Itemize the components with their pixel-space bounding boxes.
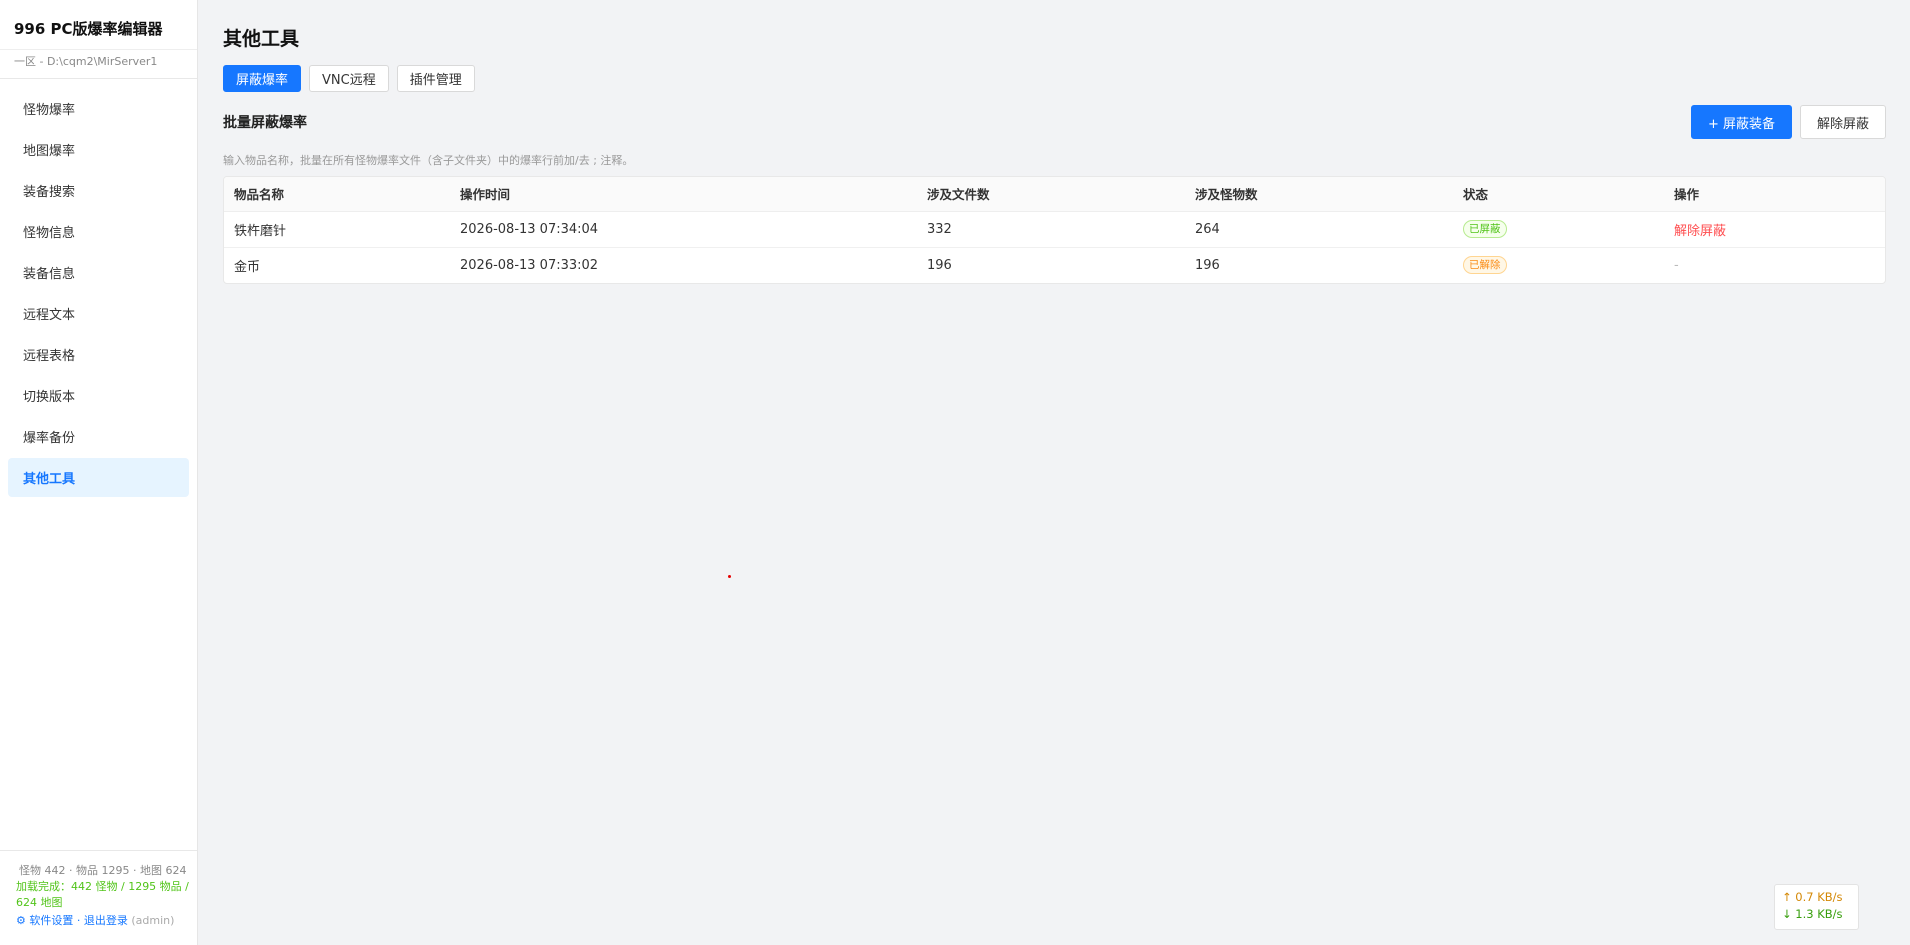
status-badge: 已解除 — [1463, 256, 1507, 275]
section-title: 批量屏蔽爆率 — [223, 115, 307, 131]
col-operate-time: 操作时间 — [450, 177, 917, 212]
col-status: 状态 — [1453, 177, 1664, 212]
sidebar-item-map-drop[interactable]: 地图爆率 — [8, 130, 189, 169]
cell-action: 解除屏蔽 — [1664, 211, 1885, 248]
network-speed-widget: ↑ 0.7 KB/s ↓ 1.3 KB/s — [1774, 884, 1859, 930]
table-header-row: 物品名称 操作时间 涉及文件数 涉及怪物数 状态 操作 — [224, 177, 1885, 212]
sidebar-item-other-tools[interactable]: 其他工具 — [8, 458, 189, 497]
page-title: 其他工具 — [223, 28, 300, 50]
gear-icon: ⚙ — [16, 914, 26, 927]
cell-item-name: 铁杵磨针 — [224, 211, 450, 248]
cursor-dot — [728, 575, 731, 578]
col-item-name: 物品名称 — [224, 177, 450, 212]
download-speed: ↓ 1.3 KB/s — [1782, 907, 1843, 921]
unblock-button[interactable]: 解除屏蔽 — [1799, 105, 1886, 139]
unblock-row-link[interactable]: 解除屏蔽 — [1674, 224, 1726, 239]
block-record-table: 物品名称 操作时间 涉及文件数 涉及怪物数 状态 操作 铁杵磨针 2026-08… — [223, 176, 1886, 284]
table-row: 金币 2026-08-13 07:33:02 196 196 已解除 - — [224, 247, 1885, 283]
col-monster-count: 涉及怪物数 — [1185, 177, 1453, 212]
footer-links: ⚙ 软件设置 · 退出登录 (admin) — [16, 913, 189, 929]
upload-speed: ↑ 0.7 KB/s — [1782, 890, 1843, 904]
cell-time: 2026-08-13 07:33:02 — [460, 257, 599, 273]
app-title: 996 PC版爆率编辑器 — [0, 0, 197, 50]
tab-block-drop[interactable]: 屏蔽爆率 — [223, 65, 302, 92]
cell-monsters: 196 — [1195, 257, 1220, 273]
cell-status: 已解除 — [1453, 247, 1664, 283]
current-user: (admin) — [131, 914, 175, 927]
link-separator: · — [76, 914, 81, 927]
col-file-count: 涉及文件数 — [917, 177, 1185, 212]
cell-monsters: 264 — [1185, 211, 1453, 248]
sidebar-item-remote-text[interactable]: 远程文本 — [8, 294, 189, 333]
main-content: 其他工具 屏蔽爆率 VNC远程 插件管理 批量屏蔽爆率 + 屏蔽装备 解除屏蔽 … — [198, 0, 1910, 945]
tool-tabs: 屏蔽爆率 VNC远程 插件管理 — [223, 65, 1886, 92]
table-row: 铁杵磨针 2026-08-13 07:34:04 332 264 已屏蔽 解除屏… — [224, 211, 1885, 248]
sidebar-item-drop-backup[interactable]: 爆率备份 — [8, 417, 189, 456]
cell-time: 2026-08-13 07:34:04 — [450, 211, 917, 248]
col-action: 操作 — [1664, 177, 1885, 212]
sidebar-footer: 怪物 442 · 物品 1295 · 地图 624 加载完成：442 怪物 / … — [0, 850, 197, 945]
section-header: 批量屏蔽爆率 + 屏蔽装备 解除屏蔽 — [223, 105, 1886, 139]
sidebar-item-remote-table[interactable]: 远程表格 — [8, 335, 189, 374]
cell-files: 196 — [927, 257, 952, 273]
sidebar-item-monster-drop[interactable]: 怪物爆率 — [8, 89, 189, 128]
sidebar-item-equip-search[interactable]: 装备搜索 — [8, 171, 189, 210]
load-status: 加载完成：442 怪物 / 1295 物品 / 624 地图 — [16, 880, 189, 909]
tab-plugin-manage[interactable]: 插件管理 — [396, 65, 475, 92]
cell-action: - — [1664, 247, 1885, 283]
block-equip-button[interactable]: + 屏蔽装备 — [1690, 105, 1792, 139]
sidebar: 996 PC版爆率编辑器 一区 - D:\cqm2\MirServer1 怪物爆… — [0, 0, 198, 945]
cell-status: 已屏蔽 — [1453, 211, 1664, 248]
server-path: 一区 - D:\cqm2\MirServer1 — [0, 50, 197, 79]
status-badge: 已屏蔽 — [1463, 220, 1507, 238]
sidebar-nav: 怪物爆率 地图爆率 装备搜索 怪物信息 装备信息 远程文本 远程表格 切换版本 … — [0, 79, 197, 499]
logout-link[interactable]: 退出登录 — [84, 914, 128, 927]
app-window: 996 PC版爆率编辑器 一区 - D:\cqm2\MirServer1 怪物爆… — [0, 0, 1910, 945]
sidebar-item-switch-version[interactable]: 切换版本 — [8, 376, 189, 415]
sidebar-item-equip-info[interactable]: 装备信息 — [8, 253, 189, 292]
section-actions: + 屏蔽装备 解除屏蔽 — [1690, 105, 1886, 139]
tab-vnc-remote[interactable]: VNC远程 — [309, 65, 389, 92]
no-action: - — [1674, 257, 1679, 273]
cell-item-name: 金币 — [234, 259, 261, 275]
data-stats: 怪物 442 · 物品 1295 · 地图 624 — [19, 864, 187, 877]
section-hint: 输入物品名称，批量在所有怪物爆率文件（含子文件夹）中的爆率行前加/去 ; 注释。 — [223, 154, 634, 167]
cell-files: 332 — [917, 211, 1185, 248]
sidebar-item-monster-info[interactable]: 怪物信息 — [8, 212, 189, 251]
settings-link[interactable]: 软件设置 — [29, 914, 73, 927]
